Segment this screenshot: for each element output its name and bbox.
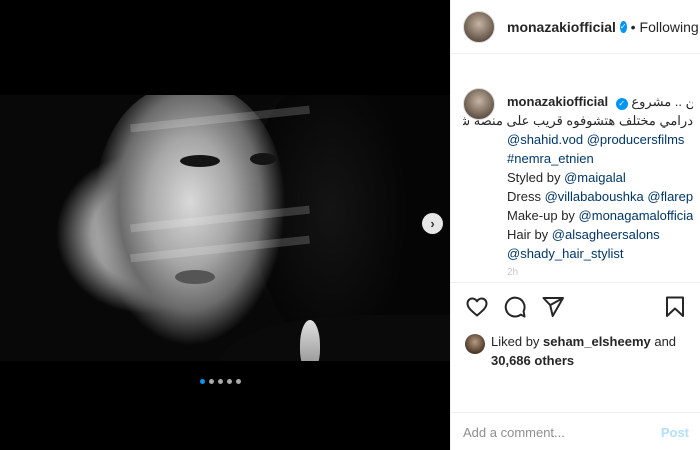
caption-avatar[interactable] bbox=[463, 88, 495, 120]
liker-username[interactable]: seham_elsheemy bbox=[543, 334, 651, 349]
save-button[interactable] bbox=[663, 295, 687, 319]
share-icon bbox=[542, 296, 564, 317]
like-button[interactable] bbox=[465, 295, 489, 319]
post-sidebar: monazakiofficial ✓ • Following monazakio… bbox=[450, 0, 700, 450]
carousel-dot-active bbox=[200, 379, 205, 384]
chevron-right-icon: › bbox=[430, 216, 435, 231]
author-username[interactable]: monazakiofficial bbox=[507, 19, 616, 35]
share-button[interactable] bbox=[541, 295, 565, 319]
dress-prefix: Dress bbox=[507, 189, 545, 204]
caption-username[interactable]: monazakiofficial bbox=[507, 94, 608, 109]
photo-lips bbox=[175, 270, 215, 284]
likes-others-count[interactable]: 30,686 others bbox=[491, 353, 574, 368]
carousel-dot bbox=[227, 379, 232, 384]
add-comment-bar: Post bbox=[451, 412, 700, 450]
caption-timestamp: 2h bbox=[507, 267, 519, 278]
comment-icon bbox=[504, 296, 526, 317]
post-media: › bbox=[0, 0, 450, 450]
caption-first-line: monazakiofficial ✓ نمرة اتنين .. مشروع bbox=[507, 92, 693, 111]
caption-arabic-line-2: درامي مختلف هتشوفوه قريب على منصة شاهد bbox=[463, 113, 693, 128]
stylist-link[interactable]: @shady_hair_stylist bbox=[507, 244, 693, 263]
post-actions bbox=[451, 282, 700, 330]
following-button[interactable]: Following bbox=[640, 19, 699, 35]
styled-by-link[interactable]: @maigalal bbox=[564, 170, 626, 185]
carousel-dots bbox=[200, 379, 241, 384]
post-photo[interactable] bbox=[0, 95, 450, 361]
caption-tags[interactable]: @shahid.vod @producersfilms bbox=[507, 130, 693, 149]
post-caption: monazakiofficial ✓ نمرة اتنين .. مشروع د… bbox=[463, 66, 693, 282]
likes-prefix: Liked by bbox=[491, 334, 544, 349]
caption-arabic-line-1: نمرة اتنين .. مشروع bbox=[631, 94, 693, 109]
caption-makeup-line: Make-up by @monagamalofficial bbox=[507, 206, 693, 225]
liker-avatar[interactable] bbox=[465, 334, 485, 354]
carousel-dot bbox=[209, 379, 214, 384]
carousel-dot bbox=[236, 379, 241, 384]
heart-icon bbox=[466, 297, 488, 316]
verified-badge-icon: ✓ bbox=[619, 20, 627, 33]
header-separator: • bbox=[630, 18, 636, 35]
caption-hashtag[interactable]: #nemra_etnien bbox=[507, 149, 693, 168]
likes-text: Liked by seham_elsheemy and 30,686 other… bbox=[491, 332, 676, 370]
hair-prefix: Hair by bbox=[507, 227, 552, 242]
caption-dress-line: Dress @villababoushka @flarepr bbox=[507, 187, 693, 206]
likes-summary: Liked by seham_elsheemy and 30,686 other… bbox=[465, 332, 676, 370]
carousel-next-button[interactable]: › bbox=[422, 213, 443, 234]
comment-button[interactable] bbox=[503, 295, 527, 319]
hair-by-link[interactable]: @alsagheersalons bbox=[552, 227, 660, 242]
photo-eye bbox=[180, 155, 220, 167]
photo-eye bbox=[250, 153, 276, 165]
comment-input[interactable] bbox=[463, 425, 661, 440]
likes-and: and bbox=[650, 334, 677, 349]
post-comment-button[interactable]: Post bbox=[661, 425, 689, 440]
post-header: monazakiofficial ✓ • Following bbox=[451, 0, 700, 54]
author-avatar[interactable] bbox=[463, 10, 495, 43]
dress-tags-link[interactable]: @villababoushka @flarepr bbox=[545, 189, 693, 204]
styled-prefix: Styled by bbox=[507, 170, 565, 185]
bookmark-icon bbox=[666, 296, 684, 317]
carousel-dot bbox=[218, 379, 223, 384]
photo-shoulder bbox=[220, 315, 450, 361]
caption-styled-line: Styled by @maigalal bbox=[507, 168, 693, 187]
makeup-by-link[interactable]: @monagamalofficial bbox=[579, 208, 693, 223]
caption-body: monazakiofficial ✓ نمرة اتنين .. مشروع د… bbox=[463, 66, 693, 282]
makeup-prefix: Make-up by bbox=[507, 208, 579, 223]
verified-badge-icon: ✓ bbox=[615, 97, 628, 110]
caption-hair-line: Hair by @alsagheersalons bbox=[507, 225, 693, 244]
